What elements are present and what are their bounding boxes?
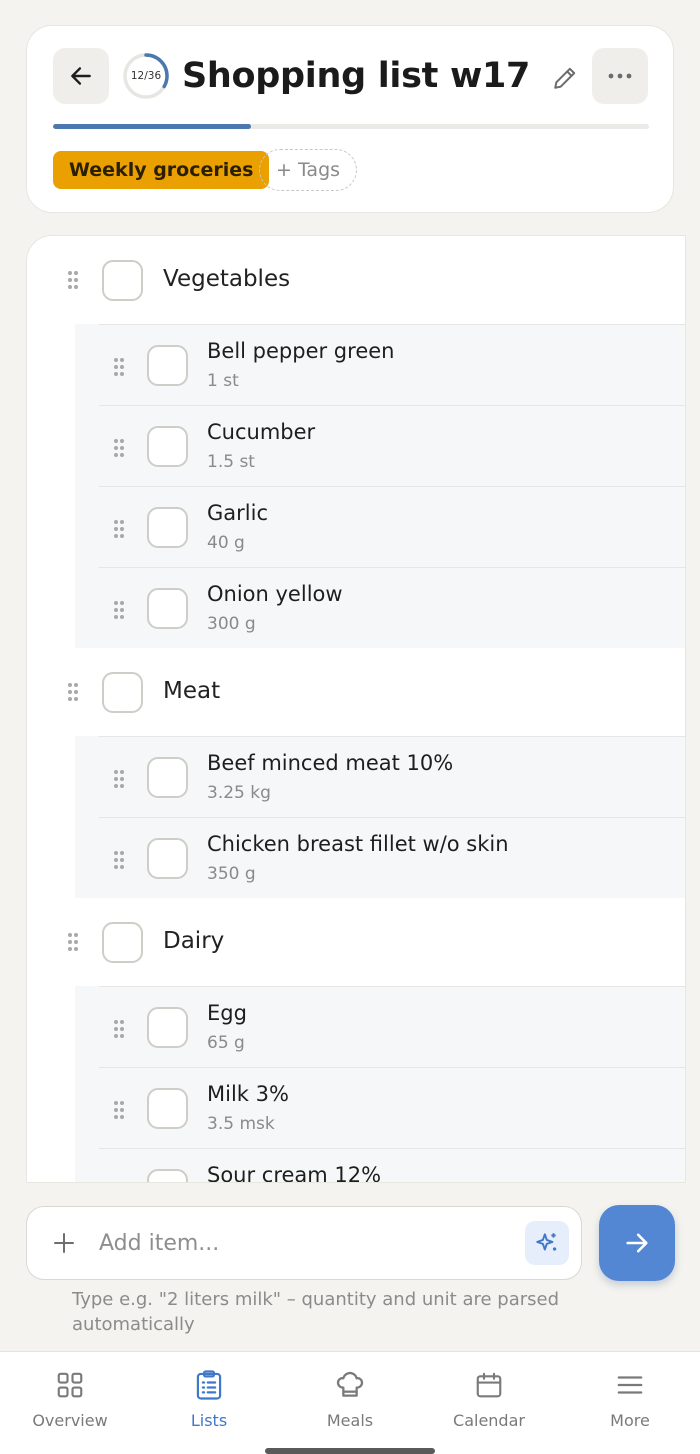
category-name: Meat: [163, 678, 221, 704]
item-name: Beef minced meat 10%: [207, 751, 454, 775]
chef-hat-icon: [336, 1371, 364, 1397]
drag-handle-icon[interactable]: [113, 1019, 125, 1043]
tag-chip[interactable]: Weekly groceries: [53, 151, 270, 189]
nav-label: Meals: [326, 1411, 374, 1430]
nav-more[interactable]: More: [570, 1368, 690, 1430]
nav-lists[interactable]: Lists: [149, 1368, 269, 1430]
ai-parse-button[interactable]: [525, 1221, 569, 1265]
home-indicator: [265, 1448, 435, 1454]
category-items: Egg 65 g Milk 3% 3.5 msk Sour cream 12%: [75, 986, 685, 1183]
menu-icon: [617, 1376, 643, 1394]
item-name: Garlic: [207, 501, 268, 525]
item-checkbox[interactable]: [147, 1007, 188, 1048]
sparkles-icon: [536, 1233, 557, 1251]
drag-handle-icon[interactable]: [67, 270, 79, 294]
add-item-input[interactable]: [99, 1221, 499, 1265]
item-name: Milk 3%: [207, 1082, 289, 1106]
nav-label: Calendar: [453, 1411, 525, 1430]
category-name: Vegetables: [163, 266, 291, 292]
item-quantity: 3.25 kg: [207, 783, 271, 803]
progress-bar-fill: [53, 124, 252, 129]
category-name: Dairy: [163, 928, 225, 954]
category-checkbox[interactable]: [102, 260, 143, 301]
list-item[interactable]: Garlic 40 g: [99, 486, 685, 567]
item-checkbox[interactable]: [147, 1088, 188, 1129]
list-item[interactable]: Sour cream 12%: [99, 1148, 685, 1183]
nav-label: Lists: [190, 1411, 228, 1430]
drag-handle-icon[interactable]: [113, 519, 125, 543]
arrow-right-icon: [626, 1233, 648, 1253]
drag-handle-icon[interactable]: [67, 932, 79, 956]
drag-handle-icon[interactable]: [113, 850, 125, 874]
item-quantity: 40 g: [207, 533, 245, 553]
nav-label: More: [610, 1411, 650, 1430]
category-row: Vegetables: [27, 236, 685, 324]
nav-meals[interactable]: Meals: [290, 1368, 410, 1430]
drag-handle-icon[interactable]: [113, 357, 125, 381]
calendar-icon: [476, 1372, 502, 1398]
nav-calendar[interactable]: Calendar: [429, 1368, 549, 1430]
drag-handle-icon[interactable]: [113, 1100, 125, 1124]
list-item[interactable]: Egg 65 g: [99, 986, 685, 1067]
item-quantity: 350 g: [207, 864, 256, 884]
nav-overview[interactable]: Overview: [10, 1368, 130, 1430]
item-name: Cucumber: [207, 420, 316, 444]
item-name: Onion yellow: [207, 582, 343, 606]
list-item[interactable]: Onion yellow 300 g: [99, 567, 685, 648]
item-name: Sour cream 12%: [207, 1163, 382, 1183]
page-title: Shopping list w17: [182, 56, 531, 96]
progress-ring: 12/36: [122, 52, 170, 100]
send-button[interactable]: [599, 1205, 675, 1281]
item-quantity: 1 st: [207, 371, 239, 391]
list-item[interactable]: Bell pepper green 1 st: [99, 324, 685, 405]
category-row: Meat: [27, 648, 685, 736]
drag-handle-icon[interactable]: [113, 600, 125, 624]
item-checkbox[interactable]: [147, 507, 188, 548]
add-item-field[interactable]: [26, 1206, 582, 1280]
category-items: Beef minced meat 10% 3.25 kg Chicken breas…: [75, 736, 685, 898]
edit-title-button[interactable]: [547, 60, 583, 96]
drag-handle-icon[interactable]: [113, 769, 125, 793]
list-item[interactable]: Cucumber 1.5 st: [99, 405, 685, 486]
item-checkbox[interactable]: [147, 345, 188, 386]
category-items: Bell pepper green 1 st Cucumber 1.5 st Garli…: [75, 324, 685, 648]
bottom-navigation: Overview Lists Meals Calendar More: [0, 1351, 700, 1454]
category-checkbox[interactable]: [102, 672, 143, 713]
item-checkbox[interactable]: [147, 426, 188, 467]
input-hint: Type e.g. "2 liters milk" – quantity and…: [72, 1289, 560, 1335]
item-quantity: 300 g: [207, 614, 256, 634]
item-name: Egg: [207, 1001, 247, 1025]
list-item[interactable]: Beef minced meat 10% 3.25 kg: [99, 736, 685, 817]
item-quantity: 3.5 msk: [207, 1114, 275, 1134]
progress-count: 12/36: [130, 70, 162, 82]
pencil-icon: [554, 67, 576, 89]
item-quantity: 1.5 st: [207, 452, 255, 472]
drag-handle-icon[interactable]: [67, 682, 79, 706]
category-row: Dairy: [27, 898, 685, 986]
plus-icon: [54, 1233, 74, 1253]
list-item[interactable]: Chicken breast fillet w/o skin 350 g: [99, 817, 685, 898]
item-checkbox[interactable]: [147, 757, 188, 798]
item-checkbox[interactable]: [147, 588, 188, 629]
nav-label: Overview: [32, 1411, 108, 1430]
more-options-button[interactable]: [592, 48, 648, 104]
list-item[interactable]: Milk 3% 3.5 msk: [99, 1067, 685, 1148]
drag-handle-icon[interactable]: [113, 438, 125, 462]
shopping-list: Vegetables Bell pepper green 1 st Cucumber 1…: [26, 235, 686, 1183]
grid-icon: [57, 1372, 83, 1398]
more-horizontal-icon: [608, 73, 632, 79]
list-header-card: 12/36 Shopping list w17 Weekly groceries…: [26, 25, 674, 213]
drag-handle-icon[interactable]: [113, 1181, 125, 1182]
arrow-left-icon: [71, 67, 91, 85]
clipboard-list-icon: [196, 1370, 222, 1400]
item-name: Chicken breast fillet w/o skin: [207, 832, 509, 856]
item-checkbox[interactable]: [147, 1169, 188, 1182]
back-button[interactable]: [53, 48, 109, 104]
item-name: Bell pepper green: [207, 339, 395, 363]
item-checkbox[interactable]: [147, 838, 188, 879]
progress-bar: [53, 124, 649, 129]
add-tags-button[interactable]: + Tags: [259, 149, 358, 191]
category-checkbox[interactable]: [102, 922, 143, 963]
item-quantity: 65 g: [207, 1033, 245, 1053]
